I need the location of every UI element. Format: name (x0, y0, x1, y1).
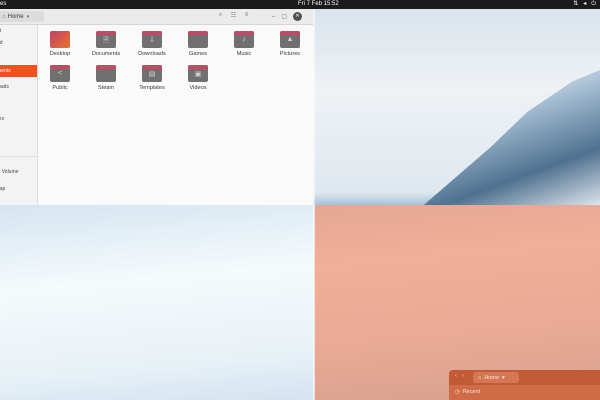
file-item-label: Documents (91, 51, 121, 57)
power-icon: ⏻ (591, 1, 596, 7)
file-item-documents[interactable]: 🗎 Documents (86, 31, 126, 57)
second-header-bar: ‹ › ⌂ Home ▾ (449, 370, 600, 385)
system-menu[interactable]: ⇅ ◂ ⏻ (573, 0, 596, 9)
second-sidebar-label: Recent (462, 389, 481, 395)
places-sidebar: nt ed ments loads c res s h B Volume Lap (0, 25, 38, 205)
home-icon: ⌂ (478, 374, 482, 381)
clock-icon: ◷ (455, 389, 460, 395)
file-item-public[interactable]: < Public (40, 65, 80, 91)
desktop-folder-icon (50, 31, 70, 48)
sidebar-item-videos[interactable]: s (0, 129, 37, 141)
file-item-label: Videos (189, 85, 207, 91)
file-item-videos[interactable]: ▣ Videos (178, 65, 218, 91)
window-split-line (313, 9, 315, 400)
sidebar-item-pictures[interactable]: res (0, 113, 37, 125)
file-item-downloads[interactable]: ⇩ Downloads (132, 31, 172, 57)
steam-folder-icon (96, 65, 116, 82)
location-button[interactable]: ⌂ Home ▾ (0, 11, 44, 22)
back-arrow-icon[interactable]: ‹ (455, 373, 457, 379)
file-item-label: Templates (139, 85, 165, 91)
sidebar-item-downloads[interactable]: loads (0, 81, 37, 93)
file-item-label: Games (188, 51, 208, 57)
file-item-label: Music (236, 51, 252, 57)
file-item-pictures[interactable]: ▲ Pictures (270, 31, 310, 57)
games-folder-icon (188, 31, 208, 48)
sidebar-item-documents[interactable]: ments (0, 65, 37, 77)
file-item-label: Downloads (138, 51, 166, 57)
clock[interactable]: Fri 7 Feb 15:52 (298, 0, 339, 9)
videos-folder-icon: ▣ (188, 65, 208, 82)
pictures-folder-icon: ▲ (280, 31, 300, 48)
file-item-steam[interactable]: Steam (86, 65, 126, 91)
chevron-down-icon: ▾ (502, 374, 505, 381)
documents-folder-icon: 🗎 (96, 31, 116, 48)
maximize-button[interactable]: ▢ (281, 13, 287, 20)
file-item-games[interactable]: Games (178, 31, 218, 57)
view-toggle-icon[interactable]: ☷ (229, 12, 238, 19)
sidebar-item-other-locations[interactable]: Lap (0, 183, 37, 195)
chevron-down-icon: ▾ (26, 13, 30, 20)
sidebar-separator (0, 156, 37, 157)
search-icon[interactable]: ⌕ (216, 12, 225, 19)
sidebar-item-volume[interactable]: B Volume (0, 166, 37, 178)
file-item-label: Steam (97, 85, 115, 91)
network-icon: ⇅ (573, 1, 579, 7)
home-icon: ⌂ (2, 13, 6, 20)
top-bar: es Fri 7 Feb 15:52 ⇅ ◂ ⏻ (0, 0, 600, 9)
file-item-label: Public (52, 85, 68, 91)
second-file-manager-window[interactable]: ‹ › ⌂ Home ▾ ◷ Recent (449, 370, 600, 400)
file-grid: Desktop 🗎 Documents ⇩ Downloads Games ♪ … (38, 25, 313, 205)
sidebar-item-recent[interactable]: nt (0, 25, 37, 37)
second-location-button[interactable]: ⌂ Home ▾ (473, 372, 519, 383)
forward-arrow-icon[interactable]: › (462, 373, 464, 379)
close-button[interactable]: ✕ (293, 12, 303, 21)
music-folder-icon: ♪ (234, 31, 254, 48)
minimize-button[interactable]: – (272, 14, 275, 20)
menu-icon[interactable]: ≡ (242, 12, 251, 19)
sidebar-item-music[interactable]: c (0, 97, 37, 109)
file-item-templates[interactable]: ▤ Templates (132, 65, 172, 91)
file-manager-window: ⌂ Home ▾ ⌕ ☷ ≡ – ▢ ✕ nt ed ments loads c… (0, 9, 313, 205)
downloads-folder-icon: ⇩ (142, 31, 162, 48)
file-item-music[interactable]: ♪ Music (224, 31, 264, 57)
activities-button[interactable]: es (0, 0, 6, 9)
volume-icon: ◂ (583, 1, 587, 7)
location-label: Home (7, 13, 24, 20)
file-item-desktop[interactable]: Desktop (40, 31, 80, 57)
public-folder-icon: < (50, 65, 70, 82)
second-location-label: Home (484, 374, 499, 381)
second-sidebar-item-recent[interactable]: ◷ Recent (455, 389, 480, 395)
header-bar: ⌂ Home ▾ ⌕ ☷ ≡ – ▢ ✕ (0, 9, 313, 25)
file-item-label: Desktop (49, 51, 71, 57)
sidebar-item-starred[interactable]: ed (0, 37, 37, 49)
file-item-label: Pictures (279, 51, 301, 57)
templates-folder-icon: ▤ (142, 65, 162, 82)
